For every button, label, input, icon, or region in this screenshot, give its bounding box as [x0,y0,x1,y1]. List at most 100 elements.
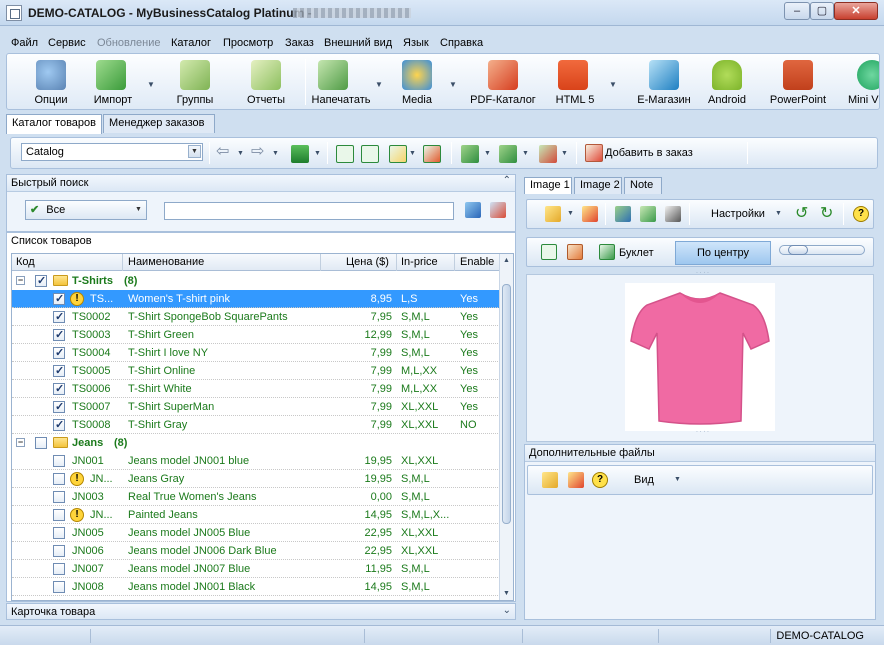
fit-icon[interactable] [541,244,557,260]
save-dropdown-icon[interactable]: ▼ [314,150,321,157]
view-dropdown[interactable]: Вид [634,474,654,486]
table-row[interactable]: TS0003 T-Shirt Green 12,99 S,M,L Yes [12,326,502,344]
close-button[interactable]: ✕ [834,2,878,20]
table-row[interactable]: TS0008 T-Shirt Gray 7,99 XL,XXL NO [12,416,502,434]
table-row[interactable]: TS0002 T-Shirt SpongeBob SquarePants 7,9… [12,308,502,326]
table-row[interactable]: JN003 Real True Women's Jeans 0,00 S,M,L [12,488,502,506]
settings-dropdown-icon[interactable]: ▼ [775,210,782,217]
row-checkbox[interactable] [53,545,65,557]
import-dropdown-icon[interactable]: ▼ [147,80,155,89]
tab-image-2[interactable]: Image 2 [574,177,622,194]
column-price[interactable]: Цена ($) [346,256,389,268]
search-input[interactable] [164,202,454,220]
print-button[interactable]: Напечатать ▼ [309,58,385,108]
column-name[interactable]: Наименование [128,256,204,268]
group-checkbox[interactable] [35,274,47,287]
copy-dropdown-icon[interactable]: ▼ [522,150,529,157]
table-row[interactable]: TS0004 T-Shirt I love NY 7,99 S,M,L Yes [12,344,502,362]
table-row[interactable]: TS0005 T-Shirt Online 7,99 M,L,XX Yes [12,362,502,380]
menu-file[interactable]: Файл [11,37,38,49]
collapse-panel-icon[interactable]: ⌃ [503,175,511,186]
print-dropdown-icon[interactable]: ▼ [375,80,383,89]
android-button[interactable]: Android [697,58,757,108]
options-button[interactable]: Опции [21,58,81,108]
row-checkbox[interactable] [53,563,65,575]
table-row[interactable]: ! TS... Women's T-shirt pink 8,95 L,S Ye… [12,290,502,308]
menu-update[interactable]: Обновление [97,37,161,49]
clear-search-icon[interactable] [490,202,506,218]
column-inprice[interactable]: In-price [401,256,438,268]
move-icon[interactable] [389,145,407,163]
booklet-button[interactable]: Буклет [597,242,661,264]
scroll-thumb[interactable] [502,284,511,524]
reports-button[interactable]: Отчеты [236,58,296,108]
help-icon[interactable]: ? [853,206,869,222]
menu-help[interactable]: Справка [440,37,483,49]
product-card-panel[interactable]: Карточка товара ⌄ [6,603,516,620]
table-row[interactable]: JN006 Jeans model JN006 Dark Blue 22,95 … [12,542,502,560]
row-checkbox[interactable] [53,418,65,431]
media-button[interactable]: Media ▼ [391,58,457,108]
move-dropdown-icon[interactable]: ▼ [409,150,416,157]
add-to-order-button[interactable]: Добавить в заказ [583,142,733,164]
group-row-jeans[interactable]: − Jeans (8) [12,434,502,452]
menu-order[interactable]: Заказ [285,37,314,49]
column-code[interactable]: Код [16,256,35,268]
delete-image-icon[interactable] [582,206,598,222]
table-row[interactable]: JN007 Jeans model JN007 Blue 11,95 S,M,L [12,560,502,578]
layers-icon[interactable] [640,206,656,222]
row-checkbox[interactable] [53,527,65,539]
back-arrow-icon[interactable]: ⇦ [216,144,234,162]
remove-file-icon[interactable] [568,472,584,488]
html5-dropdown-icon[interactable]: ▼ [609,80,617,89]
row-checkbox[interactable] [53,509,65,521]
copy-icon[interactable] [499,145,517,163]
save-icon[interactable] [291,145,309,163]
zoom-slider[interactable] [779,245,865,255]
collapse-icon[interactable] [361,145,379,163]
tab-note[interactable]: Note [624,177,662,194]
table-row[interactable]: ! JN... Painted Jeans 14,95 S,M,L,X... [12,506,502,524]
expand-icon[interactable] [336,145,354,163]
rotate-left-icon[interactable]: ↺ [795,205,813,223]
tab-image-1[interactable]: Image 1 [524,177,572,194]
menu-catalog[interactable]: Каталог [171,37,211,49]
column-enable[interactable]: Enable [460,256,494,268]
forward-arrow-icon[interactable]: ⇨ [251,144,269,162]
forward-dropdown-icon[interactable]: ▼ [272,150,279,157]
scan-icon[interactable] [615,206,631,222]
menu-view[interactable]: Просмотр [223,37,273,49]
table-row[interactable]: TS0007 T-Shirt SuperMan 7,99 XL,XXL Yes [12,398,502,416]
collapse-icon[interactable]: − [16,438,25,447]
open-dropdown-icon[interactable]: ▼ [567,210,574,217]
row-checkbox[interactable] [53,400,65,413]
row-checkbox[interactable] [53,364,65,377]
row-checkbox[interactable] [53,455,65,467]
eshop-button[interactable]: E-Магазин [624,58,704,108]
table-row[interactable]: TS0006 T-Shirt White 7,99 M,L,XX Yes [12,380,502,398]
menu-language[interactable]: Язык [403,37,429,49]
tab-orders[interactable]: Менеджер заказов [103,114,215,133]
table-row[interactable]: JN005 Jeans model JN005 Blue 22,95 XL,XX… [12,524,502,542]
tab-catalog[interactable]: Каталог товаров [6,114,102,134]
splitter-grip[interactable]: ˙˙˙˙ [696,430,711,439]
html5-button[interactable]: HTML 5 ▼ [547,58,617,108]
expand-panel-icon[interactable]: ⌄ [503,605,511,616]
menu-appearance[interactable]: Внешний вид [324,37,392,49]
table-row[interactable]: ! JN... Jeans Gray 19,95 S,M,L [12,470,502,488]
settings-dropdown[interactable]: Настройки [711,208,765,220]
grid-scrollbar[interactable]: ▲ ▼ [499,254,513,600]
maximize-button[interactable]: ▢ [810,2,834,20]
center-toggle[interactable]: По центру [675,241,771,265]
duplicate-dropdown-icon[interactable]: ▼ [561,150,568,157]
price-icon[interactable] [461,145,479,163]
table-row[interactable]: JN008 Jeans model JN001 Black 14,95 S,M,… [12,578,502,596]
search-icon[interactable] [465,202,481,218]
minimize-button[interactable]: ‒ [784,2,810,20]
app-icon[interactable] [6,5,22,21]
row-checkbox[interactable] [53,292,65,305]
duplicate-icon[interactable] [539,145,557,163]
scroll-down-icon[interactable]: ▼ [500,587,513,600]
add-file-icon[interactable] [542,472,558,488]
filter-select[interactable]: ✔ Все ▼ [25,200,147,220]
